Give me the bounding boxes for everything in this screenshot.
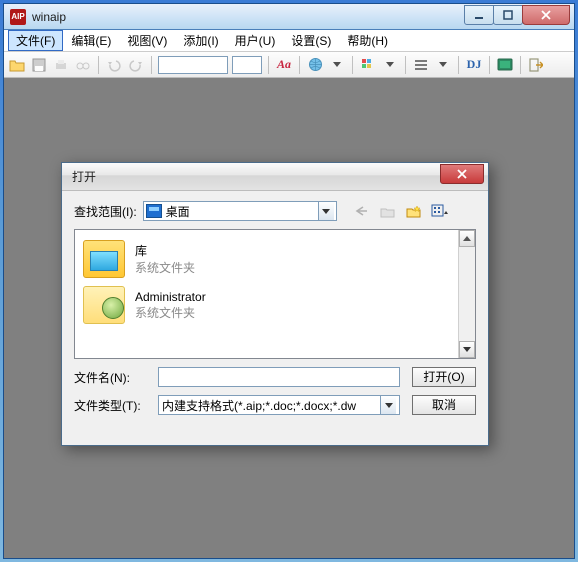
binoculars-icon[interactable] — [74, 56, 92, 74]
screen-icon[interactable] — [496, 56, 514, 74]
dialog-close-button[interactable] — [440, 164, 484, 184]
nav-icons — [353, 202, 449, 220]
filename-field[interactable] — [158, 367, 400, 387]
close-button[interactable] — [522, 5, 570, 25]
look-in-combo[interactable]: 桌面 — [143, 201, 337, 221]
menu-view[interactable]: 视图(V) — [119, 30, 175, 51]
list-item[interactable]: 库 系统文件夹 — [83, 236, 467, 282]
dropdown-icon[interactable] — [381, 56, 399, 74]
look-in-row: 查找范围(I): 桌面 — [74, 201, 476, 221]
filename-label: 文件名(N): — [74, 369, 152, 386]
dropdown-icon[interactable] — [434, 56, 452, 74]
item-name: Administrator — [135, 290, 206, 304]
dialog-body: 查找范围(I): 桌面 库 系统文件 — [62, 191, 488, 423]
font-size-combo[interactable] — [232, 56, 262, 74]
item-subtitle: 系统文件夹 — [135, 304, 206, 321]
dropdown-icon[interactable] — [328, 56, 346, 74]
maximize-button[interactable] — [493, 5, 523, 25]
library-folder-icon — [83, 240, 125, 278]
separator — [151, 56, 152, 74]
dialog-titlebar: 打开 — [62, 163, 488, 191]
view-menu-icon[interactable] — [431, 202, 449, 220]
minimize-button[interactable] — [464, 5, 494, 25]
separator — [520, 56, 521, 74]
align-icon[interactable] — [412, 56, 430, 74]
open-icon[interactable] — [8, 56, 26, 74]
open-dialog: 打开 查找范围(I): 桌面 — [61, 162, 489, 446]
open-button[interactable]: 打开(O) — [412, 367, 476, 387]
item-name: 库 — [135, 242, 195, 259]
filename-row: 文件名(N): 打开(O) — [74, 367, 476, 387]
exit-icon[interactable] — [527, 56, 545, 74]
filetype-row: 文件类型(T): 内建支持格式(*.aip;*.doc;*.docx;*.dw … — [74, 395, 476, 415]
separator — [98, 56, 99, 74]
separator — [405, 56, 406, 74]
dj-button[interactable]: DJ — [465, 56, 483, 74]
redo-icon[interactable] — [127, 56, 145, 74]
cancel-button[interactable]: 取消 — [412, 395, 476, 415]
font-style-icon[interactable]: Aa — [275, 56, 293, 74]
menu-help[interactable]: 帮助(H) — [339, 30, 396, 51]
chevron-down-icon[interactable] — [318, 202, 334, 220]
undo-icon[interactable] — [105, 56, 123, 74]
user-folder-icon — [83, 286, 125, 324]
window-controls — [465, 5, 574, 25]
file-list[interactable]: 库 系统文件夹 Administrator 系统文件夹 — [74, 229, 476, 359]
filename-input[interactable] — [162, 370, 396, 384]
menubar: 文件(F) 编辑(E) 视图(V) 添加(I) 用户(U) 设置(S) 帮助(H… — [4, 30, 574, 52]
filetype-label: 文件类型(T): — [74, 397, 152, 414]
color-grid-icon[interactable] — [359, 56, 377, 74]
new-folder-icon[interactable] — [405, 202, 423, 220]
list-item[interactable]: Administrator 系统文件夹 — [83, 282, 467, 328]
back-icon[interactable] — [353, 202, 371, 220]
dialog-title: 打开 — [72, 168, 96, 185]
app-icon: AIP — [10, 9, 26, 25]
titlebar: AIP winaip — [4, 4, 574, 30]
print-icon[interactable] — [52, 56, 70, 74]
chevron-down-icon[interactable] — [380, 396, 396, 414]
up-folder-icon[interactable] — [379, 202, 397, 220]
look-in-label: 查找范围(I): — [74, 203, 137, 220]
filetype-combo[interactable]: 内建支持格式(*.aip;*.doc;*.docx;*.dw — [158, 395, 400, 415]
globe-icon[interactable] — [306, 56, 324, 74]
window-title: winaip — [32, 10, 66, 24]
menu-user[interactable]: 用户(U) — [227, 30, 284, 51]
toolbar: Aa DJ — [4, 52, 574, 78]
menu-file[interactable]: 文件(F) — [8, 30, 63, 51]
scrollbar[interactable] — [458, 230, 475, 358]
item-subtitle: 系统文件夹 — [135, 259, 195, 276]
font-family-combo[interactable] — [158, 56, 228, 74]
menu-add[interactable]: 添加(I) — [175, 30, 226, 51]
main-window: AIP winaip 文件(F) 编辑(E) 视图(V) 添加(I) 用户(U)… — [3, 3, 575, 559]
desktop-icon — [146, 204, 162, 218]
separator — [489, 56, 490, 74]
save-icon[interactable] — [30, 56, 48, 74]
scroll-down-icon[interactable] — [459, 341, 475, 358]
separator — [299, 56, 300, 74]
scroll-up-icon[interactable] — [459, 230, 475, 247]
menu-settings[interactable]: 设置(S) — [283, 30, 339, 51]
separator — [458, 56, 459, 74]
look-in-value: 桌面 — [166, 203, 190, 220]
menu-edit[interactable]: 编辑(E) — [63, 30, 119, 51]
separator — [352, 56, 353, 74]
filetype-value: 内建支持格式(*.aip;*.doc;*.docx;*.dw — [162, 397, 356, 414]
separator — [268, 56, 269, 74]
